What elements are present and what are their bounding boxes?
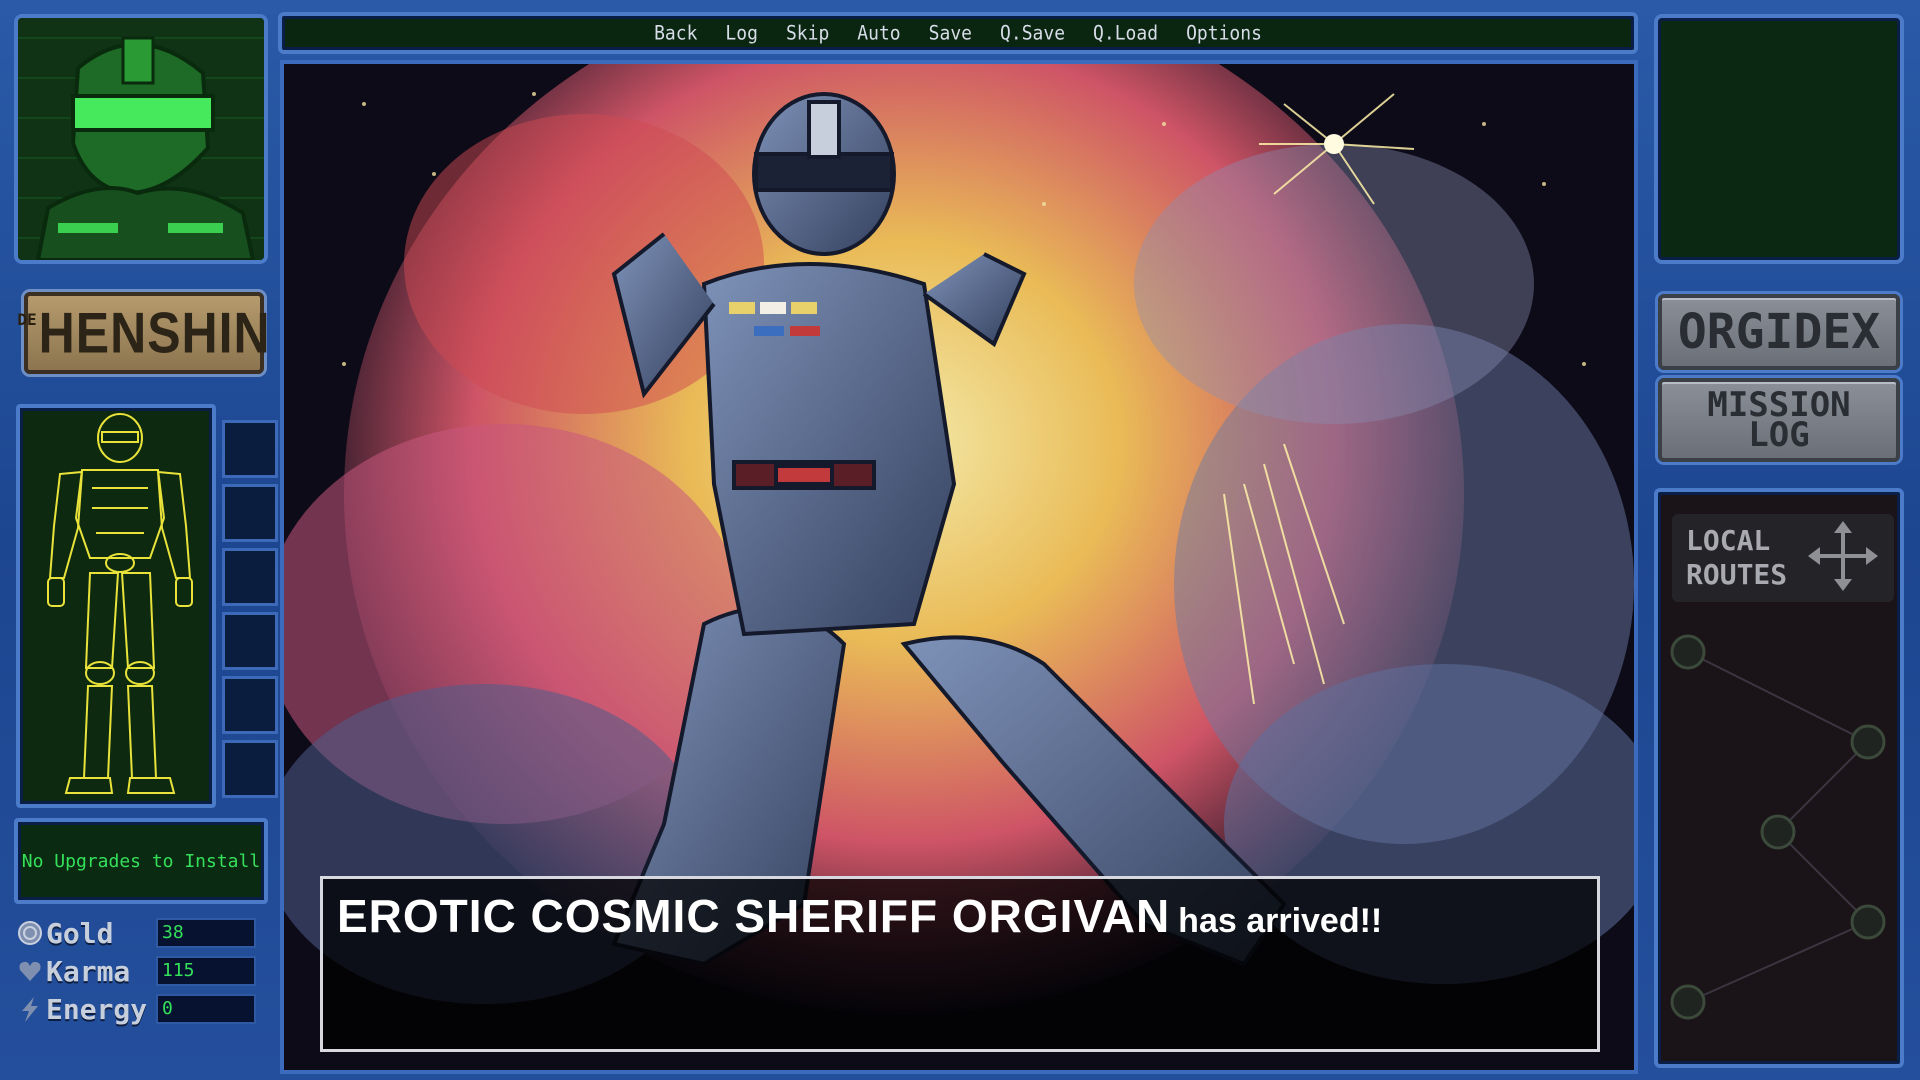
stat-gold-value: 38 — [156, 918, 256, 948]
routes-label-line2: ROUTES — [1686, 558, 1788, 591]
right-monitor — [1654, 14, 1904, 264]
stat-karma-value: 115 — [156, 956, 256, 986]
upgrade-status-box: No Upgrades to Install — [14, 818, 268, 904]
orgidex-label: ORGIDEX — [1677, 304, 1881, 360]
stat-gold-label: Gold — [46, 916, 114, 950]
speaker-name: EROTIC COSMIC SHERIFF ORGIVAN — [337, 890, 1171, 942]
suit-wireframe-icon — [47, 413, 193, 794]
upgrade-slots — [222, 420, 278, 798]
stat-energy: Energy 0 — [16, 990, 272, 1028]
henshin-logo-text: HENSHIN — [38, 300, 271, 366]
stats-panel: Gold 38 Karma 115 Energy 0 — [16, 914, 272, 1028]
stat-karma: Karma 115 — [16, 952, 272, 990]
route-node — [1850, 904, 1886, 940]
menu-options[interactable]: Options — [1186, 21, 1262, 44]
character-portrait — [14, 14, 268, 264]
routes-label-line1: LOCAL — [1686, 524, 1771, 557]
mission-log-button[interactable]: MISSION LOG — [1658, 378, 1900, 462]
dialogue-text: has arrived!! — [1178, 902, 1383, 940]
upgrade-slot[interactable] — [222, 548, 278, 606]
stat-gold: Gold 38 — [16, 914, 272, 952]
menu-back[interactable]: Back — [654, 21, 697, 44]
upgrade-slot[interactable] — [222, 740, 278, 798]
henshin-logo[interactable]: DE HENSHIN — [17, 292, 270, 374]
local-routes-header[interactable]: LOCAL ROUTES — [1672, 514, 1894, 602]
move-arrows-icon — [1806, 519, 1880, 597]
stat-energy-label: Energy — [46, 992, 148, 1026]
upgrade-slot[interactable] — [222, 484, 278, 542]
coin-icon — [16, 919, 44, 947]
henshin-logo-prefix: DE — [17, 310, 37, 329]
stat-energy-value: 0 — [156, 994, 256, 1024]
route-node — [1760, 814, 1796, 850]
dialogue-box[interactable]: EROTIC COSMIC SHERIFF ORGIVAN has arrived… — [320, 876, 1600, 1052]
stat-karma-label: Karma — [46, 954, 131, 988]
upgrade-slot[interactable] — [222, 676, 278, 734]
suit-wireframe-panel — [16, 404, 216, 808]
local-routes-panel: LOCAL ROUTES — [1654, 488, 1904, 1068]
upgrade-slot[interactable] — [222, 420, 278, 478]
heart-icon — [16, 957, 44, 985]
menu-quick-load[interactable]: Q.Load — [1093, 21, 1158, 44]
route-node — [1670, 634, 1706, 670]
upgrade-status-text: No Upgrades to Install — [21, 850, 261, 872]
menu-save[interactable]: Save — [929, 21, 972, 44]
menu-skip[interactable]: Skip — [786, 21, 829, 44]
lightning-icon — [16, 995, 44, 1023]
menu-log[interactable]: Log — [725, 21, 758, 44]
menu-auto[interactable]: Auto — [857, 21, 900, 44]
orgidex-button[interactable]: ORGIDEX — [1658, 294, 1900, 370]
route-node — [1850, 724, 1886, 760]
upgrade-slot[interactable] — [222, 612, 278, 670]
routes-map — [1670, 634, 1886, 1020]
quick-menu: Back Log Skip Auto Save Q.Save Q.Load Op… — [278, 12, 1638, 54]
route-node — [1670, 984, 1706, 1020]
menu-quick-save[interactable]: Q.Save — [1000, 21, 1065, 44]
